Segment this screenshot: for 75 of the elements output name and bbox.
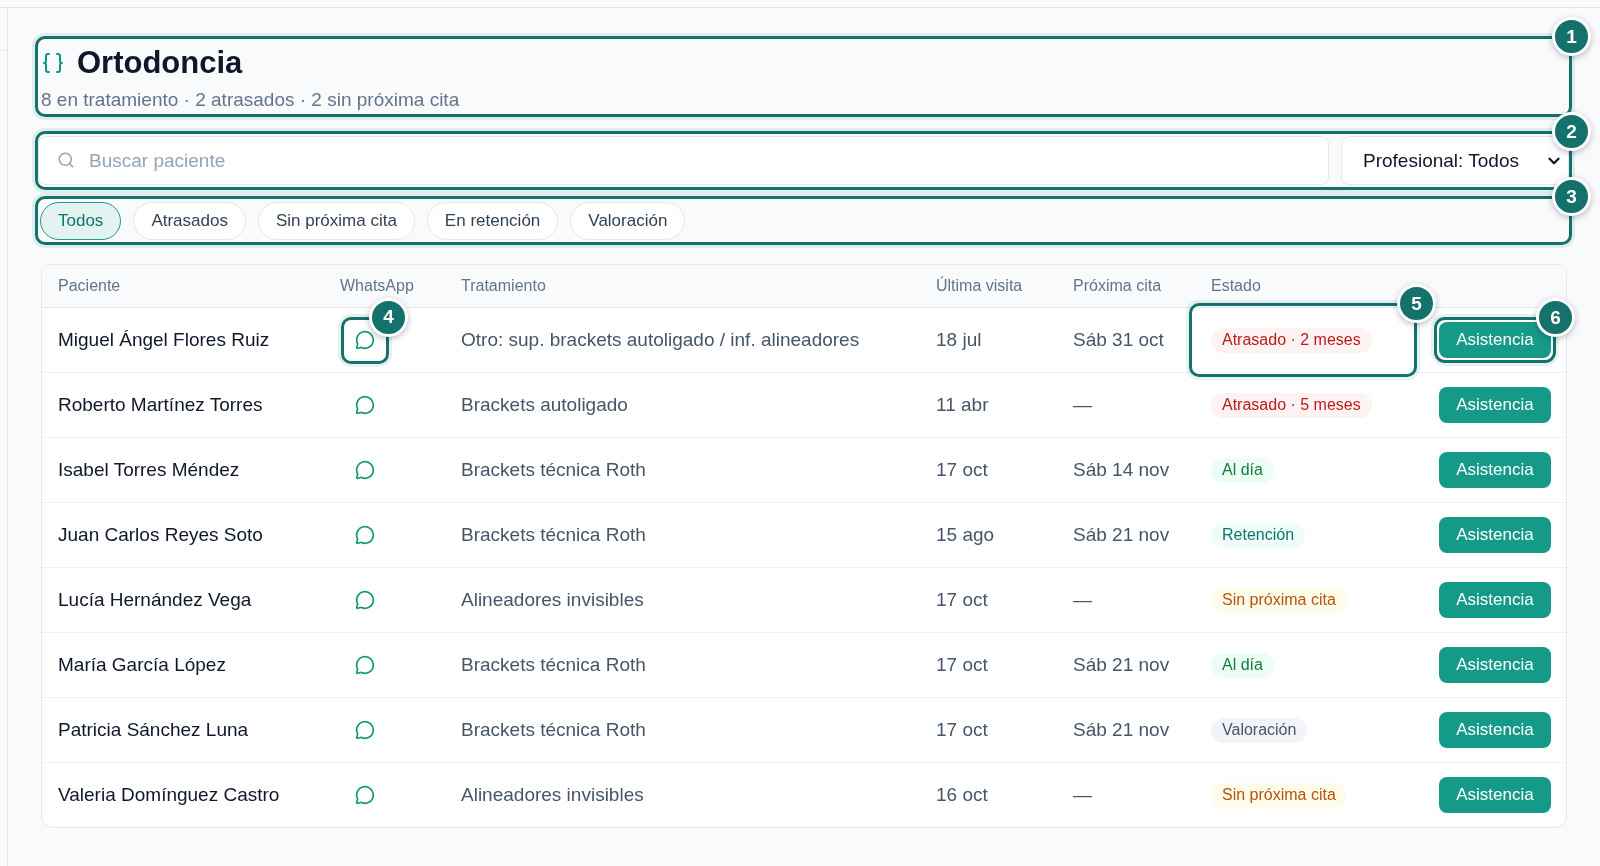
status-tag: Sin próxima cita — [1211, 587, 1347, 613]
filter-chip[interactable]: En retención — [426, 202, 559, 240]
next-appointment-date: Sáb 21 nov — [1073, 524, 1170, 546]
filter-chip[interactable]: Valoración — [570, 202, 686, 240]
treatment-text: Alineadores invisibles — [461, 784, 644, 806]
column-header: WhatsApp — [340, 277, 414, 295]
treatment-text: Brackets autoligado — [461, 394, 628, 416]
column-header: Tratamiento — [461, 277, 546, 295]
patient-name: Juan Carlos Reyes Soto — [58, 524, 263, 546]
braces-icon — [41, 51, 65, 75]
assist-button[interactable]: Asistencia — [1439, 452, 1551, 488]
chat-bubble-icon[interactable] — [355, 460, 375, 480]
treatment-text: Brackets técnica Roth — [461, 719, 646, 741]
assist-button[interactable]: Asistencia — [1439, 582, 1551, 618]
treatment-text: Otro: sup. brackets autoligado / inf. alineadores — [461, 329, 860, 351]
assist-button[interactable]: Asistencia — [1439, 712, 1551, 748]
assist-button[interactable]: Asistencia — [1439, 517, 1551, 553]
assist-button[interactable]: Asistencia — [1439, 387, 1551, 423]
treatment-text: Brackets técnica Roth — [461, 524, 646, 546]
next-appointment-date: Sáb 21 nov — [1073, 719, 1170, 741]
treatment-text: Alineadores invisibles — [461, 589, 644, 611]
callout-number: 3 — [1552, 177, 1591, 216]
filter-chip[interactable]: Sin próxima cita — [257, 202, 415, 240]
status-tag: Valoración — [1211, 717, 1308, 743]
next-appointment-date: Sáb 31 oct — [1073, 329, 1164, 351]
column-header: Estado — [1211, 277, 1261, 295]
assist-button[interactable]: Asistencia — [1439, 647, 1551, 683]
status-tag: Al día — [1211, 652, 1274, 678]
callout-number: 2 — [1552, 112, 1591, 151]
status-tag: Retención — [1211, 522, 1306, 548]
patient-name: Patricia Sánchez Luna — [58, 719, 249, 741]
treatment-text: Brackets técnica Roth — [461, 459, 646, 481]
last-visit-date: 16 oct — [936, 784, 988, 806]
next-appointment-date: Sáb 21 nov — [1073, 654, 1170, 676]
last-visit-date: 17 oct — [936, 459, 988, 481]
filter-chip[interactable]: Todos — [40, 202, 122, 240]
patient-name: Roberto Martínez Torres — [58, 394, 263, 416]
assist-button[interactable]: Asistencia — [1439, 777, 1551, 813]
summary-text: 8 en tratamiento · 2 atrasados · 2 sin próxima cita — [41, 88, 460, 112]
patient-name: Isabel Torres Méndez — [58, 459, 240, 481]
last-visit-date: 17 oct — [936, 654, 988, 676]
column-header: Paciente — [58, 277, 121, 295]
status-tag: Al día — [1211, 457, 1274, 483]
patient-name: Miguel Ángel Flores Ruiz — [58, 329, 270, 351]
chat-bubble-icon[interactable] — [355, 395, 375, 415]
page-title: Ortodoncia — [77, 45, 243, 81]
chat-bubble-icon[interactable] — [355, 590, 375, 610]
last-visit-date: 17 oct — [936, 589, 988, 611]
last-visit-date: 15 ago — [936, 524, 995, 546]
next-appointment-date: — — [1073, 394, 1092, 416]
last-visit-date: 18 jul — [936, 329, 982, 351]
chat-bubble-icon[interactable] — [355, 330, 375, 350]
patient-name: María García López — [58, 654, 226, 676]
status-tag: Atrasado · 2 meses — [1211, 327, 1372, 353]
patient-name: Lucía Hernández Vega — [58, 589, 252, 611]
column-header: Próxima cita — [1073, 277, 1162, 295]
chat-bubble-icon[interactable] — [355, 655, 375, 675]
next-appointment-date: Sáb 14 nov — [1073, 459, 1170, 481]
status-tag: Atrasado · 5 meses — [1211, 392, 1372, 418]
status-tag: Sin próxima cita — [1211, 782, 1347, 808]
column-header: Última visita — [936, 277, 1023, 295]
next-appointment-date: — — [1073, 784, 1092, 806]
chat-bubble-icon[interactable] — [355, 720, 375, 740]
assist-button[interactable]: Asistencia — [1439, 322, 1551, 358]
chat-bubble-icon[interactable] — [355, 525, 375, 545]
chat-bubble-icon[interactable] — [355, 785, 375, 805]
filter-chip[interactable]: Atrasados — [133, 202, 246, 240]
patient-name: Valeria Domínguez Castro — [58, 784, 280, 806]
search-icon — [57, 151, 75, 169]
next-appointment-date: — — [1073, 589, 1092, 611]
treatment-text: Brackets técnica Roth — [461, 654, 646, 676]
callout-number: 1 — [1552, 17, 1591, 56]
last-visit-date: 17 oct — [936, 719, 988, 741]
search-field[interactable]: Buscar paciente — [38, 136, 1329, 185]
last-visit-date: 11 abr — [936, 394, 989, 416]
